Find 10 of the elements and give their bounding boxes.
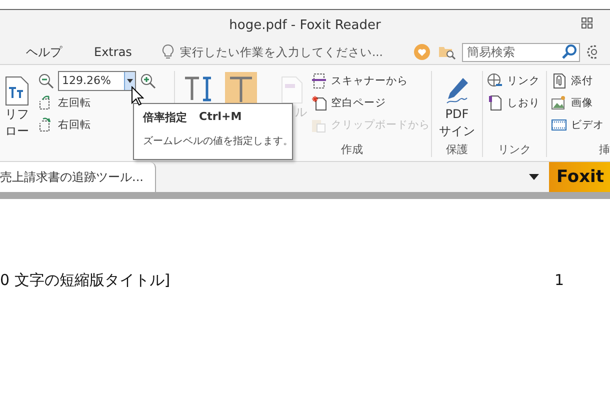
shortcut-text: Ctrl+M [199, 110, 242, 125]
tooltip-title: 倍率指定 [143, 110, 187, 125]
group-label: 作成 [341, 142, 363, 158]
foxit-logo: Foxit [549, 162, 610, 192]
page-number: 1 [554, 271, 564, 290]
group-label: リンク [498, 142, 531, 158]
window-title: hoge.pdf - Foxit Reader [229, 18, 381, 32]
group-label: 挿 [599, 142, 610, 158]
document-text: 0 文字の短縮版タイトル] [0, 271, 170, 290]
group-label: 保護 [446, 142, 468, 158]
